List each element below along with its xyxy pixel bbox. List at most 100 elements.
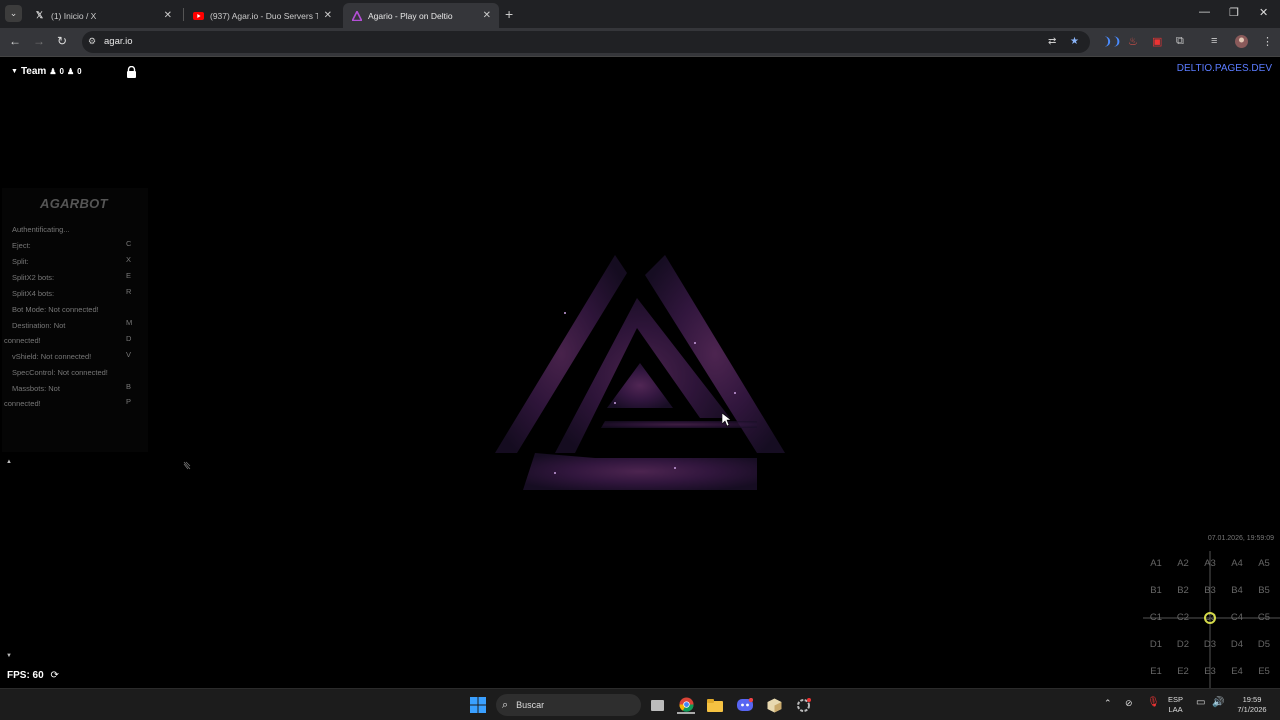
bot-status-line: Authentificating...: [12, 225, 70, 234]
bot-destination-key-2[interactable]: D: [126, 334, 131, 343]
file-explorer-icon[interactable]: [706, 696, 724, 714]
browser-toolbar: ← → ↻ ⚙ agar.io ⇄ ★: [0, 28, 1280, 57]
bot-splitx4-key[interactable]: R: [126, 287, 131, 296]
maximize-button[interactable]: ❐: [1229, 6, 1239, 19]
team-count: 0: [77, 67, 82, 76]
bot-vshield-key[interactable]: V: [126, 350, 131, 359]
tray-chevron-up-icon[interactable]: ⌃: [1104, 698, 1112, 709]
caret-down-icon[interactable]: ▼: [6, 653, 12, 659]
bot-split-label: Split:: [12, 257, 29, 266]
tab-youtube[interactable]: (937) Agar.io - Duo Servers Take ✕: [185, 3, 340, 28]
bot-destination-status-cont: connected!: [4, 336, 41, 345]
tray-display-icon[interactable]: ▭: [1196, 697, 1205, 708]
caret-up-icon[interactable]: ▲: [6, 459, 12, 465]
minimap-cell: E5: [1258, 666, 1270, 677]
lock-icon[interactable]: [126, 65, 137, 83]
bot-vshield-status: vShield: Not connected!: [12, 352, 92, 361]
bot-split-key[interactable]: X: [126, 255, 131, 264]
browser-menu-icon[interactable]: ⋮: [1262, 35, 1273, 48]
bot-splitx4-label: SplitX4 bots:: [12, 289, 55, 298]
deltio-site-link[interactable]: DELTIO.PAGES.DEV: [1177, 63, 1272, 74]
x-logo-icon: 𝕏: [35, 10, 44, 20]
minimap-cell: A1: [1150, 558, 1162, 569]
minimap-cell: C5: [1257, 612, 1271, 623]
search-icon: ⌕: [502, 698, 509, 711]
new-tab-button[interactable]: +: [505, 6, 513, 22]
deltio-logo: [495, 255, 785, 490]
minimap-cell: E1: [1150, 666, 1162, 677]
extension-record-icon[interactable]: ▣: [1152, 35, 1162, 48]
discord-icon[interactable]: [736, 696, 754, 714]
youtube-icon: [193, 10, 204, 21]
fps-counter: FPS: 60 ⟳: [7, 670, 59, 681]
close-tab-icon[interactable]: ✕: [483, 10, 491, 21]
deltio-icon: [351, 10, 362, 21]
back-button[interactable]: ←: [9, 34, 21, 48]
tab-deltio[interactable]: Agario - Play on Deltio ✕: [343, 3, 499, 28]
minimap-cell: D5: [1257, 639, 1271, 650]
url-text: agar.io: [104, 36, 133, 47]
minimap-cell: B2: [1177, 585, 1189, 596]
bookmark-star-icon[interactable]: ★: [1070, 36, 1079, 47]
extension-flame-icon[interactable]: ♨: [1128, 35, 1138, 48]
minimap-cell: B4: [1231, 585, 1243, 596]
minimize-button[interactable]: —: [1199, 6, 1210, 18]
bot-mode-status: Bot Mode: Not connected!: [12, 305, 99, 314]
settings-gear-icon[interactable]: [794, 696, 812, 714]
chrome-icon[interactable]: [677, 696, 695, 714]
tab-divider: [183, 8, 184, 21]
player-icon: ♟: [66, 67, 75, 76]
language-code: ESP: [1168, 695, 1184, 704]
media-control-icon[interactable]: ≡: [1211, 35, 1217, 47]
extension-wave-icon[interactable]: ❩❩: [1103, 35, 1121, 48]
minimap-cell: C1: [1149, 612, 1163, 623]
tray-volume-icon[interactable]: 🔊: [1212, 697, 1224, 708]
close-tab-icon[interactable]: ✕: [324, 10, 332, 21]
resize-handle-icon[interactable]: [183, 461, 191, 470]
address-bar[interactable]: ⚙ agar.io ⇄ ★: [82, 31, 1090, 53]
bot-destination-key[interactable]: M: [126, 318, 132, 327]
bot-massbots-status: Massbots: Not: [12, 384, 60, 393]
tab-x[interactable]: 𝕏 (1) Inicio / X ✕: [26, 3, 180, 28]
minimap-cell: E3: [1204, 666, 1216, 677]
taskbar-search[interactable]: ⌕ Buscar: [496, 694, 641, 716]
player-icon: ♟: [49, 67, 57, 76]
minimap-cell: B1: [1150, 585, 1162, 596]
tray-microphone-icon[interactable]: 🎙: [1147, 697, 1160, 708]
game-canvas[interactable]: ▼ Team ♟ 0 ♟ 0 DELTIO.PAGES.DEV AGARBOT …: [0, 58, 1280, 688]
minimap[interactable]: A1 A2 A3 A4 A5 B1 B2 B3 B4 B5 C1 C2 C3 C4 C5 D1 D2 D3 D4 D5…: [1143, 551, 1280, 688]
tab-search-button[interactable]: ⌄: [5, 5, 22, 22]
bot-eject-key[interactable]: C: [126, 239, 131, 248]
minimap-cell: A3: [1204, 558, 1216, 569]
minimap-cell: E2: [1177, 666, 1189, 677]
task-view-icon[interactable]: [648, 696, 666, 714]
reload-button[interactable]: ↻: [57, 34, 67, 48]
tray-network-off-icon[interactable]: ⊘: [1125, 698, 1133, 709]
bot-splitx2-label: SplitX2 bots:: [12, 273, 55, 282]
player-position-marker: [1204, 612, 1216, 624]
close-window-button[interactable]: ✕: [1259, 6, 1268, 19]
tray-clock[interactable]: 19:59 7/1/2026: [1230, 695, 1274, 715]
search-placeholder: Buscar: [516, 700, 545, 710]
extensions-puzzle-icon[interactable]: ⧉: [1176, 35, 1184, 48]
close-tab-icon[interactable]: ✕: [164, 10, 172, 21]
windows-start-icon[interactable]: [469, 696, 487, 714]
forward-button[interactable]: →: [33, 34, 45, 48]
game-datetime: 07.01.2026, 19:59:09: [1207, 535, 1274, 542]
tray-language[interactable]: ESP LAA: [1168, 695, 1183, 715]
minimap-cell: B3: [1204, 585, 1216, 596]
site-info-icon[interactable]: ⚙: [88, 36, 96, 47]
minimap-cell: D3: [1203, 639, 1217, 650]
profile-avatar-icon[interactable]: [1235, 35, 1248, 51]
minimap-cell: C4: [1230, 612, 1244, 623]
minimap-cell: C2: [1176, 612, 1190, 623]
bot-massbots-key[interactable]: B: [126, 382, 131, 391]
minimap-cell: D4: [1230, 639, 1244, 650]
windows-taskbar: ⌕ Buscar ⌃ ⊘ 🎙 ESP LAA ▭ 🔊 19:59 7/1/202…: [0, 688, 1280, 720]
package-app-icon[interactable]: [765, 696, 783, 714]
translate-icon[interactable]: ⇄: [1048, 36, 1056, 47]
team-header[interactable]: ▼ Team ♟ 0 ♟ 0: [11, 66, 82, 77]
tab-title: (937) Agar.io - Duo Servers Take: [210, 10, 318, 21]
bot-splitx2-key[interactable]: E: [126, 271, 131, 280]
bot-massbots-key-2[interactable]: P: [126, 397, 131, 406]
